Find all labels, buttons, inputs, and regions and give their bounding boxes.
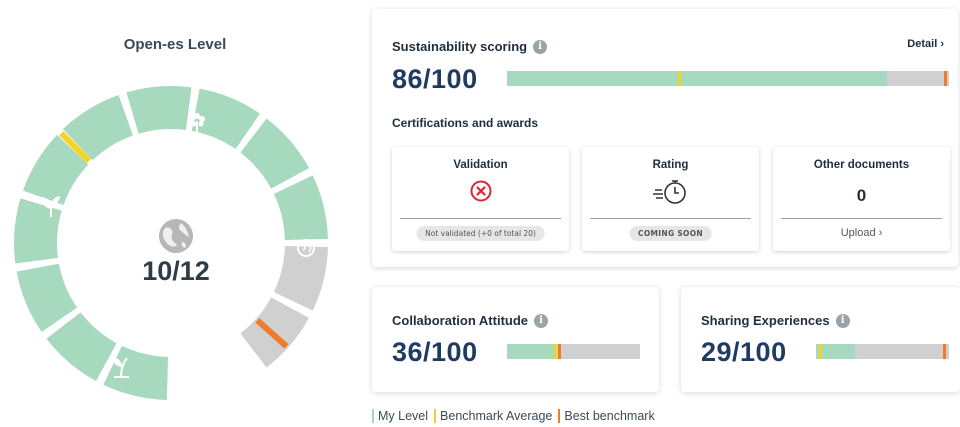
collaboration-bar bbox=[507, 344, 640, 359]
info-icon[interactable]: i bbox=[534, 313, 549, 328]
divider bbox=[590, 218, 751, 219]
sustainability-bar bbox=[507, 71, 949, 86]
legend-best-benchmark: Best benchmark bbox=[558, 409, 655, 423]
collaboration-card: Collaboration Attitude i 36/100 bbox=[372, 287, 659, 392]
ring-segment bbox=[103, 345, 169, 400]
sharing-title-text: Sharing Experiences bbox=[701, 313, 830, 328]
level-ring bbox=[14, 86, 328, 400]
collaboration-title: Collaboration Attitude i bbox=[392, 313, 549, 328]
best-marker bbox=[557, 344, 561, 359]
legend-benchmark-average: Benchmark Average bbox=[434, 409, 552, 423]
ring-segment bbox=[240, 118, 309, 189]
validation-status-badge: Not validated (+0 of total 20) bbox=[416, 226, 545, 241]
best-marker bbox=[943, 71, 947, 86]
divider bbox=[400, 218, 561, 219]
best-marker bbox=[942, 344, 946, 359]
legend-my-level: My Level bbox=[372, 409, 428, 423]
collaboration-title-text: Collaboration Attitude bbox=[392, 313, 529, 328]
legend: My Level Benchmark Average Best benchmar… bbox=[372, 409, 655, 423]
sustainability-score: 86/100 bbox=[392, 64, 478, 94]
detail-link-label: Detail bbox=[907, 38, 938, 50]
ring-segment bbox=[46, 312, 117, 381]
ring-segment bbox=[273, 175, 328, 241]
validation-card[interactable]: Validation Not validated (+0 of total 20… bbox=[392, 147, 569, 251]
rating-card: Rating COMING SOON bbox=[582, 147, 759, 251]
divider bbox=[781, 218, 942, 219]
my-level-fill bbox=[507, 71, 888, 86]
chevron-right-icon: › bbox=[940, 38, 944, 50]
info-icon[interactable]: i bbox=[835, 313, 850, 328]
benchmark-marker bbox=[818, 344, 822, 359]
sharing-card: Sharing Experiences i 29/100 bbox=[681, 287, 960, 392]
sharing-title: Sharing Experiences i bbox=[701, 313, 850, 328]
documents-count: 0 bbox=[856, 186, 867, 205]
my-level-fill bbox=[507, 344, 555, 359]
validation-title: Validation bbox=[453, 159, 508, 171]
ring-segment bbox=[273, 245, 328, 311]
ring-segment bbox=[126, 86, 192, 134]
level-title: Open-es Level bbox=[123, 36, 227, 53]
sustainability-title-text: Sustainability scoring bbox=[392, 39, 528, 54]
sharing-score: 29/100 bbox=[701, 337, 787, 367]
rating-title: Rating bbox=[652, 159, 689, 171]
earth-icon bbox=[159, 219, 193, 253]
sustainability-card: Sustainability scoring i Detail › 86/100… bbox=[372, 9, 958, 267]
sustainability-title: Sustainability scoring i bbox=[392, 39, 548, 54]
upload-label: Upload bbox=[840, 227, 876, 239]
close-circle-icon bbox=[470, 180, 491, 202]
benchmark-marker bbox=[553, 344, 557, 359]
certifications-title: Certifications and awards bbox=[392, 116, 539, 130]
sharing-bar bbox=[816, 344, 949, 359]
ring-segment bbox=[16, 263, 78, 332]
upload-link[interactable]: Upload › bbox=[773, 227, 950, 239]
stopwatch-icon bbox=[652, 180, 686, 204]
ring-segment bbox=[14, 198, 62, 264]
coming-soon-badge: COMING SOON bbox=[629, 226, 712, 241]
benchmark-marker bbox=[678, 71, 682, 86]
level-value: 10/12 bbox=[142, 256, 210, 286]
detail-link[interactable]: Detail › bbox=[907, 38, 944, 50]
other-documents-card: Other documents 0 Upload › bbox=[773, 147, 950, 251]
info-icon[interactable]: i bbox=[533, 39, 548, 54]
chevron-right-icon: › bbox=[878, 227, 883, 239]
other-documents-title: Other documents bbox=[813, 159, 910, 171]
collaboration-score: 36/100 bbox=[392, 337, 478, 367]
